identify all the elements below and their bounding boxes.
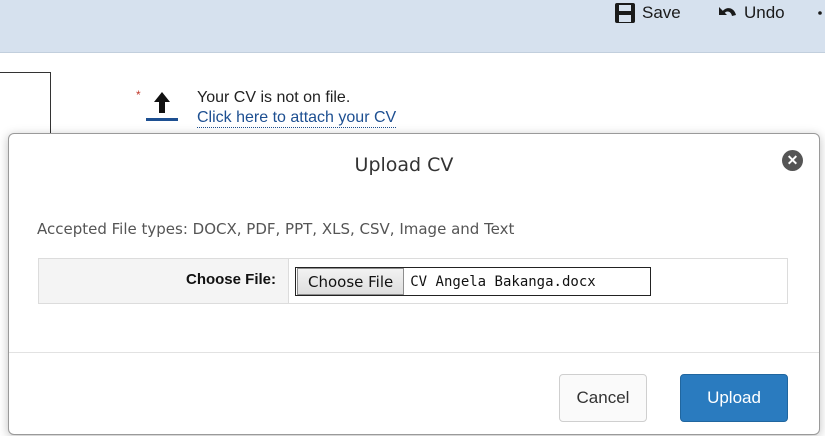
more-icon xyxy=(818,11,822,15)
save-label: Save xyxy=(642,3,681,22)
undo-icon xyxy=(719,7,736,16)
save-button[interactable]: Save xyxy=(614,2,681,24)
top-toolbar: Save Undo xyxy=(0,0,825,53)
cancel-button[interactable]: Cancel xyxy=(559,374,647,422)
cv-status-text: Your CV is not on file. xyxy=(197,89,351,106)
required-marker: * xyxy=(136,88,141,102)
accepted-file-types: Accepted File types: DOCX, PDF, PPT, XLS… xyxy=(37,220,515,238)
upload-cv-dialog: Upload CV ✕ Accepted File types: DOCX, P… xyxy=(8,133,820,435)
attach-cv-link[interactable]: Click here to attach your CV xyxy=(197,108,397,128)
upload-button[interactable]: Upload xyxy=(680,374,788,422)
file-label-cell: Choose File: xyxy=(39,259,289,303)
more-button[interactable] xyxy=(818,2,825,24)
dialog-title: Upload CV xyxy=(354,154,454,176)
undo-button[interactable]: Undo xyxy=(716,2,785,24)
upload-arrow-icon[interactable] xyxy=(145,91,179,123)
choose-file-label: Choose File: xyxy=(185,271,276,288)
choose-file-button[interactable]: Choose File xyxy=(297,268,405,295)
footer-divider xyxy=(9,352,819,353)
close-icon[interactable]: ✕ xyxy=(782,150,803,171)
save-icon xyxy=(615,3,635,23)
file-chooser-row: Choose File: Choose File CV Angela Bakan… xyxy=(38,258,788,304)
undo-label: Undo xyxy=(744,3,785,22)
selected-file-name: CV Angela Bakanga.docx xyxy=(410,273,596,290)
file-input[interactable]: Choose File CV Angela Bakanga.docx xyxy=(295,267,651,296)
